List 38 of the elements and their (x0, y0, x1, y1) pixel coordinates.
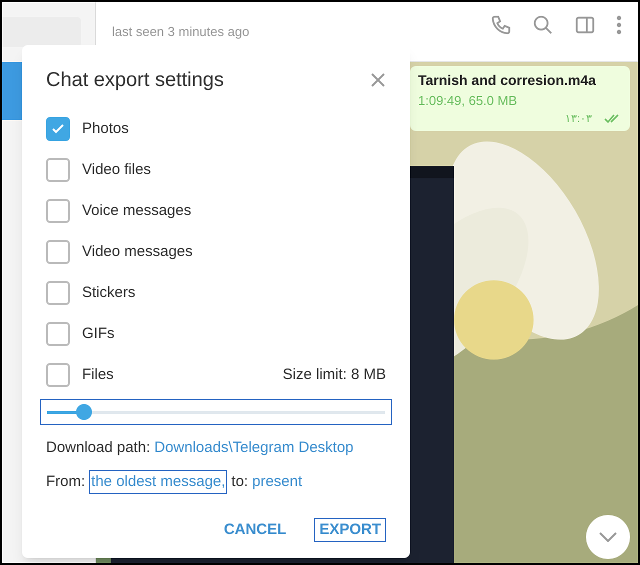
checkbox[interactable] (46, 117, 70, 141)
last-seen-status: last seen 3 minutes ago (112, 23, 250, 41)
close-icon[interactable] (370, 72, 386, 88)
cancel-button[interactable]: CANCEL (220, 518, 290, 542)
more-icon[interactable] (616, 14, 622, 36)
option-label: Video messages (82, 242, 194, 262)
option-label: Files (82, 364, 115, 385)
checkbox[interactable] (46, 322, 70, 346)
checkbox[interactable] (46, 240, 70, 264)
message-time: ١٣:٠٣ (564, 112, 592, 126)
size-slider[interactable] (40, 399, 392, 425)
to-label: to: (231, 472, 248, 492)
from-label: From: (46, 472, 86, 492)
check-icon (52, 124, 64, 134)
export-button[interactable]: EXPORT (314, 518, 386, 542)
download-path-link[interactable]: Downloads\Telegram Desktop (154, 437, 354, 460)
checkbox[interactable] (46, 158, 70, 182)
chevron-down-icon (599, 532, 617, 542)
slider-thumb[interactable] (76, 404, 92, 420)
dialog-title: Chat export settings (46, 68, 224, 93)
phone-icon[interactable] (490, 14, 512, 36)
file-name: Tarnish and corresion.m4a (418, 71, 597, 90)
size-limit-label: Size limit: 8 MB (282, 364, 386, 385)
option-label: Photos (82, 118, 130, 139)
option-label: Video files (82, 160, 152, 180)
checkbox[interactable] (46, 363, 70, 387)
search-field[interactable] (2, 17, 81, 47)
checkbox[interactable] (46, 199, 70, 223)
to-link[interactable]: present (252, 470, 302, 493)
file-meta: 1:09:49, 65.0 MB (418, 92, 518, 110)
option-label: GIFs (82, 324, 116, 344)
download-path-label: Download path: (46, 438, 150, 458)
option-label: Voice messages (82, 200, 192, 221)
checkbox[interactable] (46, 281, 70, 305)
search-icon[interactable] (532, 14, 554, 36)
option-label: Stickers (82, 282, 136, 303)
from-link[interactable]: the oldest message, (89, 470, 228, 494)
sidebar-toggle-icon[interactable] (574, 14, 596, 36)
